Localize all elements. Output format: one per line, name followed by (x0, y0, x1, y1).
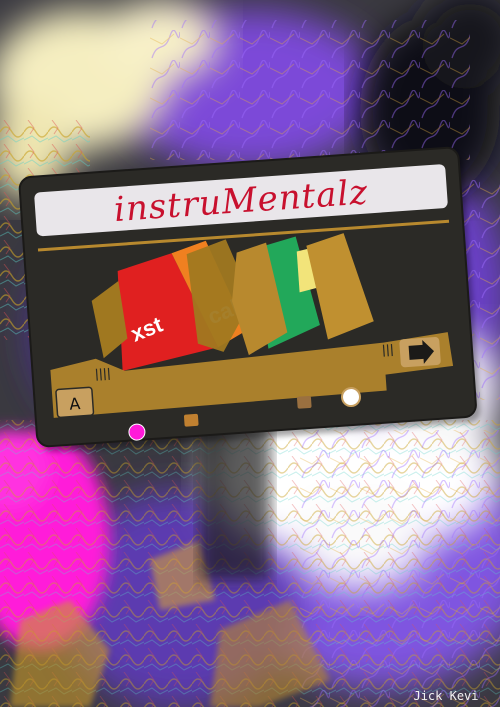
square-hole-left (183, 413, 199, 427)
scribble-top (150, 20, 470, 160)
cassette: instruMentalz xst cal A (18, 146, 481, 452)
cover-canvas: instruMentalz xst cal A (0, 0, 500, 707)
magenta-hole (128, 423, 146, 441)
side-label: A (69, 394, 81, 414)
scribble-right (300, 430, 500, 707)
white-hole (341, 387, 362, 408)
album-cover-artwork: instruMentalz xst cal A (0, 0, 500, 707)
square-hole-right (297, 395, 312, 409)
artist-signature: Jick Kevi (413, 689, 478, 703)
dark-smear (200, 420, 270, 580)
